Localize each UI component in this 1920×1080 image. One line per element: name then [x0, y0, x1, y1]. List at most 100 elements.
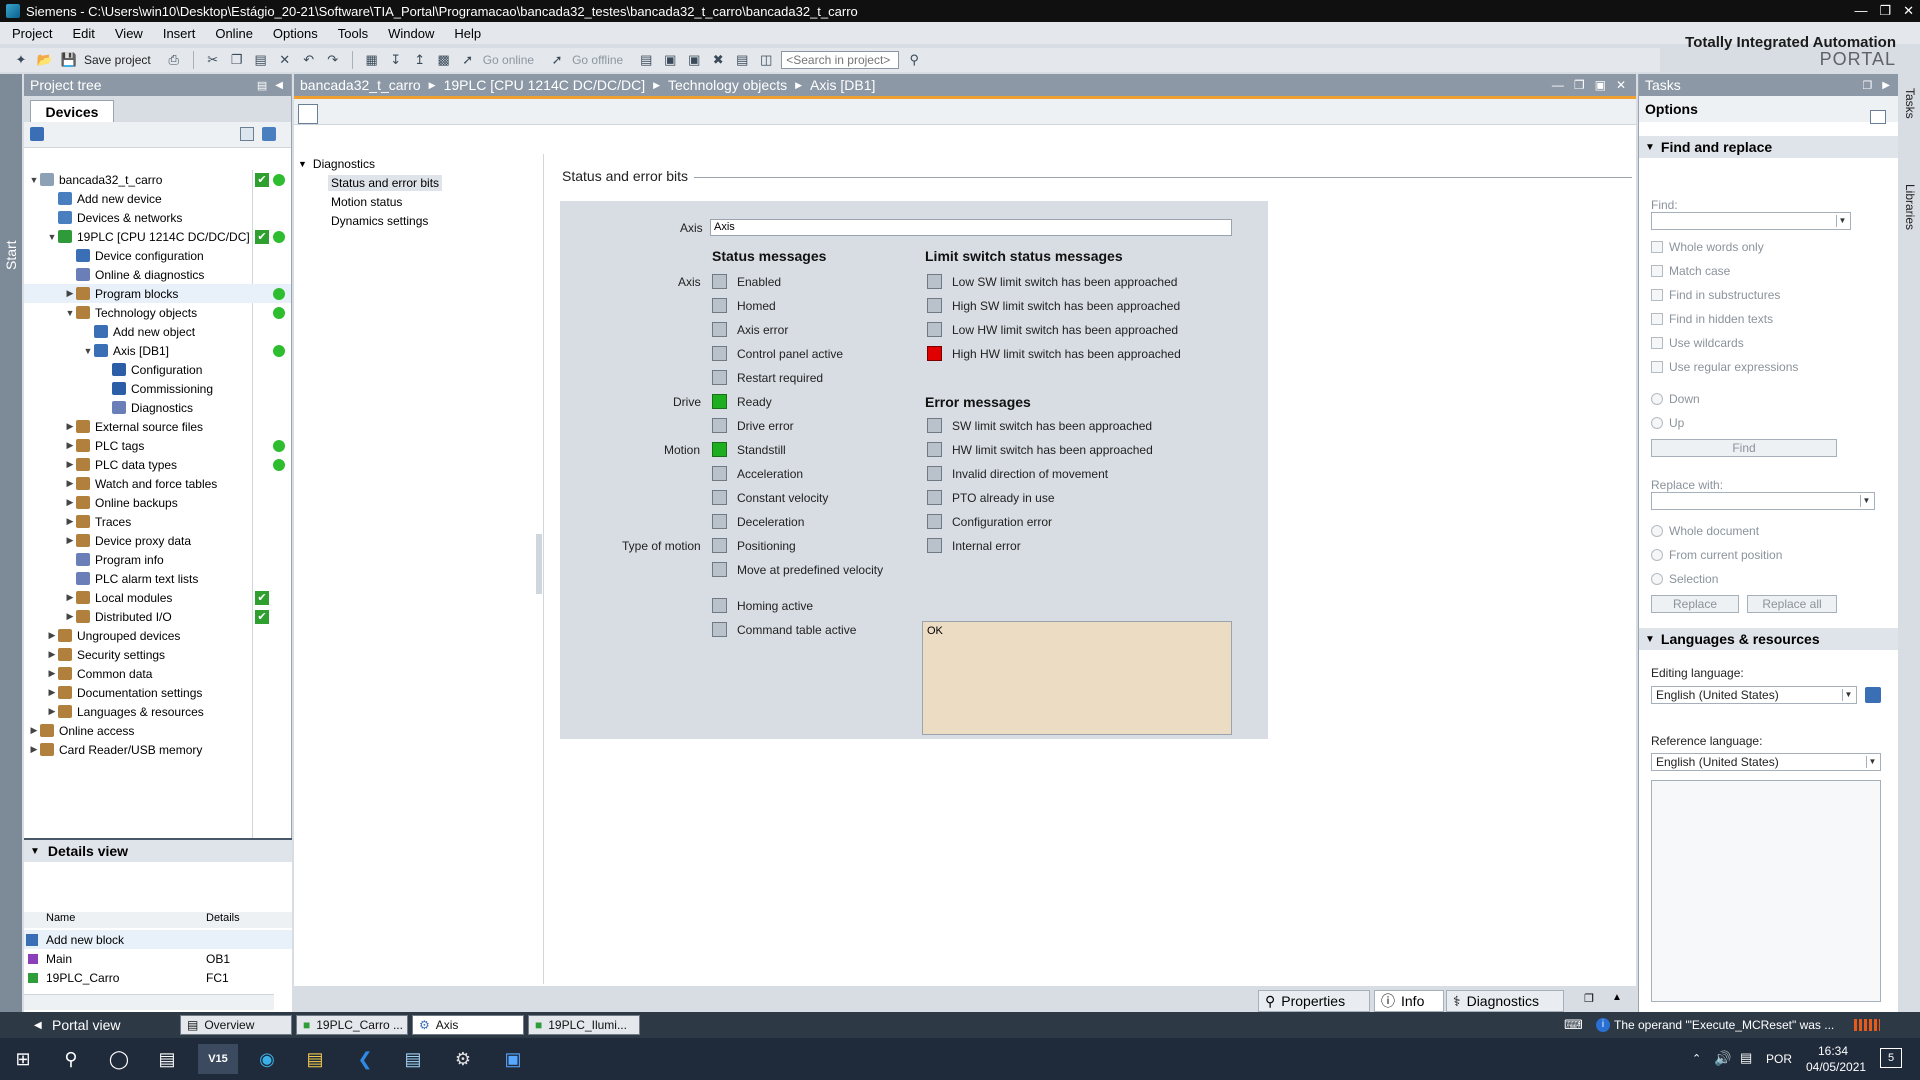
table-row[interactable]: Add new block [24, 930, 292, 949]
whole-words-checkbox[interactable]: Whole words only [1651, 240, 1764, 254]
cortana-icon[interactable]: ◯ [104, 1044, 134, 1074]
undo-icon[interactable]: ↶ [300, 51, 318, 69]
tab-tasks-vertical[interactable]: Tasks [1903, 88, 1917, 119]
app-icon[interactable]: ⚙ [448, 1044, 478, 1074]
delete-icon[interactable]: ✕ [276, 51, 294, 69]
collapsed-icon[interactable]: ▶ [28, 744, 40, 755]
start-cpu-icon[interactable]: ▣ [661, 51, 679, 69]
split-horizontal-icon[interactable]: ▤ [733, 51, 751, 69]
upload-icon[interactable]: ↥ [411, 51, 429, 69]
portal-start-tab[interactable]: Start [0, 74, 22, 1012]
windows-start-icon[interactable]: ⊞ [8, 1044, 38, 1074]
expanded-icon[interactable]: ▼ [64, 308, 76, 318]
tasks-dock-icon[interactable]: ❐ [1862, 79, 1872, 92]
tree-item[interactable]: ▶ PLC tags [24, 436, 291, 455]
language-settings-icon[interactable] [1865, 687, 1881, 703]
scope-whole-document-radio[interactable]: Whole document [1651, 524, 1759, 538]
menu-options[interactable]: Options [273, 26, 318, 41]
tree-item[interactable]: ▶ Device proxy data [24, 531, 291, 550]
expanded-icon[interactable]: ▼ [28, 175, 40, 185]
compile-icon[interactable]: ▦ [363, 51, 381, 69]
column-header-name[interactable]: Name [46, 912, 75, 924]
collapse-panel-icon[interactable]: ◀ [275, 80, 283, 91]
save-project-button[interactable]: Save project [84, 53, 151, 67]
horizontal-scrollbar[interactable] [24, 994, 274, 1010]
collapsed-icon[interactable]: ▶ [64, 478, 76, 489]
menu-window[interactable]: Window [388, 26, 434, 41]
nav-item-status-error-bits[interactable]: Status and error bits [294, 173, 543, 192]
tree-item[interactable]: ▶ PLC data types [24, 455, 291, 474]
collapsed-icon[interactable]: ▶ [64, 535, 76, 546]
inspector-collapse-icon[interactable]: ▲ [1612, 992, 1622, 1003]
tab-devices[interactable]: Devices [30, 100, 114, 122]
status-message[interactable]: The operand '"Execute_MCReset" was ... [1614, 1018, 1834, 1032]
collapsed-icon[interactable]: ▶ [46, 649, 58, 660]
tree-item[interactable]: ▶ Ungrouped devices [24, 626, 291, 645]
find-hidden-texts-checkbox[interactable]: Find in hidden texts [1651, 312, 1773, 326]
expanded-icon[interactable]: ▼ [46, 232, 58, 242]
go-offline-button[interactable]: Go offline [572, 53, 623, 67]
tree-item[interactable]: ▶ Common data [24, 664, 291, 683]
replace-button[interactable]: Replace [1651, 595, 1739, 613]
float-editor-icon[interactable]: ❐ [1574, 78, 1585, 92]
tree-item[interactable]: Program info [24, 550, 291, 569]
overview-icon[interactable] [240, 127, 254, 141]
monitor-all-icon[interactable] [298, 104, 318, 124]
collapsed-icon[interactable]: ▶ [64, 592, 76, 603]
menu-help[interactable]: Help [454, 26, 481, 41]
clock-time[interactable]: 16:34 [1818, 1044, 1848, 1058]
breadcrumb-axis[interactable]: Axis [DB1] [810, 77, 875, 93]
close-icon[interactable]: ✕ [1903, 3, 1914, 19]
compare-icon[interactable] [262, 127, 276, 141]
languages-resources-header[interactable]: ▼ Languages & resources [1639, 628, 1898, 650]
breadcrumb-project[interactable]: bancada32_t_carro [300, 77, 421, 93]
find-combobox[interactable]: ▼ [1651, 212, 1851, 230]
tree-item[interactable]: ▶ Program blocks [24, 284, 291, 303]
collapsed-icon[interactable]: ▶ [64, 440, 76, 451]
app-window-icon[interactable]: ▣ [498, 1044, 528, 1074]
collapsed-icon[interactable]: ▶ [28, 725, 40, 736]
reference-language-select[interactable]: English (United States) ▼ [1651, 753, 1881, 771]
direction-up-radio[interactable]: Up [1651, 416, 1684, 430]
replace-all-button[interactable]: Replace all [1747, 595, 1837, 613]
open-project-icon[interactable]: 📂 [36, 51, 54, 69]
new-project-icon[interactable]: ✦ [12, 51, 30, 69]
editor-tab-axis[interactable]: ⚙ Axis [412, 1015, 524, 1035]
tree-item[interactable]: ▶ Distributed I/O ✔ [24, 607, 291, 626]
go-online-button[interactable]: Go online [483, 53, 534, 67]
tree-item[interactable]: ▶ Card Reader/USB memory [24, 740, 291, 759]
tree-item[interactable]: PLC alarm text lists [24, 569, 291, 588]
collapsed-icon[interactable]: ▶ [46, 706, 58, 717]
editor-tab-plc-ilumi[interactable]: ■ 19PLC_Ilumi... [528, 1015, 640, 1035]
tab-info[interactable]: ⓘ Info [1374, 990, 1444, 1012]
print-icon[interactable]: ⎙ [165, 51, 183, 69]
scope-current-position-radio[interactable]: From current position [1651, 548, 1782, 562]
minimize-editor-icon[interactable]: — [1552, 78, 1564, 92]
tree-item[interactable]: ▶ Online backups [24, 493, 291, 512]
tree-item[interactable]: ▼ bancada32_t_carro ✔ [24, 170, 291, 189]
tray-chevron-icon[interactable]: ⌃ [1692, 1052, 1701, 1065]
minimize-icon[interactable]: — [1854, 3, 1867, 19]
go-online-icon[interactable]: ➚ [459, 51, 477, 69]
maximize-editor-icon[interactable]: ▣ [1595, 78, 1606, 92]
tree-item[interactable]: ▼ 19PLC [CPU 1214C DC/DC/DC] ✔ [24, 227, 291, 246]
tree-item[interactable]: ▶ Traces [24, 512, 291, 531]
tree-item[interactable]: ▶ Watch and force tables [24, 474, 291, 493]
accessible-devices-icon[interactable]: ▤ [637, 51, 655, 69]
input-language[interactable]: POR [1766, 1052, 1792, 1066]
tree-item[interactable]: Diagnostics [24, 398, 291, 417]
nav-splitter[interactable] [536, 534, 542, 594]
tree-item[interactable]: Device configuration [24, 246, 291, 265]
tree-item[interactable]: ▶ Documentation settings [24, 683, 291, 702]
find-replace-header[interactable]: ▼ Find and replace [1639, 136, 1898, 158]
simulation-icon[interactable]: ▩ [435, 51, 453, 69]
scope-selection-radio[interactable]: Selection [1651, 572, 1718, 586]
inspector-restore-icon[interactable]: ❐ [1584, 992, 1594, 1005]
file-explorer-icon[interactable]: ▤ [300, 1044, 330, 1074]
menu-tools[interactable]: Tools [338, 26, 368, 41]
use-wildcards-checkbox[interactable]: Use wildcards [1651, 336, 1744, 350]
tab-libraries-vertical[interactable]: Libraries [1903, 184, 1917, 230]
copy-icon[interactable]: ❐ [228, 51, 246, 69]
split-vertical-icon[interactable]: ◫ [757, 51, 775, 69]
menu-view[interactable]: View [115, 26, 143, 41]
